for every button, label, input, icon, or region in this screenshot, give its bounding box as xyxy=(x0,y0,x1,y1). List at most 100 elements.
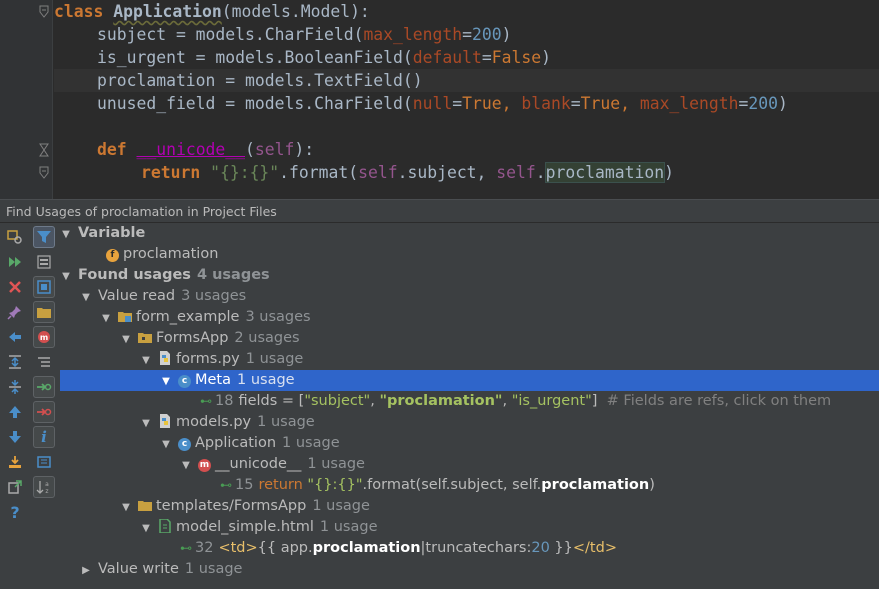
help-icon[interactable]: ? xyxy=(4,501,26,523)
expand-arrow-icon[interactable]: ▼ xyxy=(100,308,112,329)
usage-text: "is_urgent" xyxy=(511,393,592,409)
usage-count: 1 usage xyxy=(184,561,243,577)
tree-node-templates[interactable]: ▼ templates/FormsApp 1 usage xyxy=(60,496,879,517)
code-text: (models.Model): xyxy=(221,2,370,21)
preview-icon[interactable] xyxy=(33,451,55,473)
code-text: ): xyxy=(294,140,315,159)
expand-arrow-icon[interactable]: ▼ xyxy=(60,266,72,287)
keyword-class: class xyxy=(54,2,104,21)
export-icon[interactable] xyxy=(4,451,26,473)
previous-icon[interactable] xyxy=(4,401,26,423)
tree-node-value-write[interactable]: ▶ Value write 1 usage xyxy=(60,559,879,580)
rerun-icon[interactable] xyxy=(4,251,26,273)
class-icon: c xyxy=(178,375,191,388)
tree-node-variable[interactable]: ▼ Variable xyxy=(60,223,879,244)
tree-node-application[interactable]: ▼ c Application 1 usage xyxy=(60,433,879,454)
code-text: ( xyxy=(245,140,255,159)
code-text: , xyxy=(501,94,522,113)
code-line-7: def __unicode__(self): xyxy=(54,138,879,161)
collapse-all-icon[interactable] xyxy=(4,376,26,398)
usage-line-models[interactable]: ⊷ 15 return "{}:{}".format(self.subject, s… xyxy=(60,475,879,496)
group-by-module-icon[interactable] xyxy=(33,276,55,298)
tree-node-form-example[interactable]: ▼ form_example 3 usages xyxy=(60,307,879,328)
keyword-def: def xyxy=(97,140,127,159)
pin-icon[interactable] xyxy=(4,301,26,323)
fold-marker-icon[interactable] xyxy=(39,5,49,19)
fold-marker-icon[interactable] xyxy=(39,166,49,180)
svg-text:a: a xyxy=(45,481,49,488)
usage-text: "{}:{}" xyxy=(307,477,363,493)
code-text: = xyxy=(452,94,463,113)
code-text: unused_field = models.CharField( xyxy=(97,94,413,113)
kwarg: max_length xyxy=(363,25,463,44)
tree-node-meta[interactable]: ▼ c Meta 1 usage xyxy=(60,370,879,391)
package-folder-icon xyxy=(138,333,152,343)
expand-arrow-icon[interactable]: ▼ xyxy=(160,371,172,392)
expand-arrow-icon[interactable]: ▼ xyxy=(140,350,152,371)
tree-node-forms-py[interactable]: ▼ forms.py 1 usage xyxy=(60,349,879,370)
expand-arrow-icon[interactable]: ▶ xyxy=(80,560,92,581)
svg-text:m: m xyxy=(40,333,48,342)
expand-arrow-icon[interactable]: ▼ xyxy=(120,497,132,518)
code-text: ) xyxy=(501,25,512,44)
project-folder-icon xyxy=(118,312,132,322)
highlighted-usage: proclamation xyxy=(544,162,666,183)
node-label: __unicode__ xyxy=(215,456,302,472)
usage-match: "proclamation" xyxy=(379,393,503,409)
next-icon[interactable] xyxy=(4,426,26,448)
tree-node-model-simple[interactable]: ▼ model_simple.html 1 usage xyxy=(60,517,879,538)
tree-node-value-read[interactable]: ▼ Value read 3 usages xyxy=(60,286,879,307)
expand-arrow-icon[interactable]: ▼ xyxy=(160,434,172,455)
group-by-usage-type-icon[interactable] xyxy=(33,251,55,273)
code-area[interactable]: class Application(models.Model): subject… xyxy=(54,0,879,184)
sort-alphabetically-icon[interactable]: az xyxy=(33,476,55,498)
expand-arrow-icon[interactable]: ▼ xyxy=(80,287,92,308)
node-label: Found usages xyxy=(78,267,191,283)
filter-icon[interactable] xyxy=(33,226,55,248)
fold-marker-icon[interactable] xyxy=(39,143,49,157)
group-by-method-icon[interactable]: m xyxy=(33,326,55,348)
show-write-access-icon[interactable] xyxy=(33,401,55,423)
show-read-access-icon[interactable] xyxy=(33,376,55,398)
group-by-directory-icon[interactable] xyxy=(33,301,55,323)
tree-node-found-usages[interactable]: ▼ Found usages 4 usages xyxy=(60,265,879,286)
node-label: Meta xyxy=(195,372,232,388)
code-text: subject = models.CharField( xyxy=(97,25,364,44)
find-usages-panel: ? m i az ▼ Variable f proclamation ▼ Found … xyxy=(0,223,879,589)
tree-node-unicode[interactable]: ▼ m __unicode__ 1 usage xyxy=(60,454,879,475)
expand-arrow-icon[interactable]: ▼ xyxy=(140,413,152,434)
code-text: = xyxy=(738,94,749,113)
code-text: = xyxy=(570,94,581,113)
usage-text: <td> xyxy=(218,540,258,556)
close-icon[interactable] xyxy=(4,276,26,298)
tree-node-models-py[interactable]: ▼ models.py 1 usage xyxy=(60,412,879,433)
usages-tree[interactable]: ▼ Variable f proclamation ▼ Found usages 4 u… xyxy=(60,223,879,589)
expand-arrow-icon[interactable]: ▼ xyxy=(120,329,132,350)
usage-count: 1 usage xyxy=(319,519,378,535)
class-name: Application xyxy=(113,2,222,21)
code-line-4: proclamation = models.TextField() xyxy=(54,69,879,92)
flatten-icon[interactable] xyxy=(33,351,55,373)
kwarg: max_length xyxy=(639,94,739,113)
code-editor[interactable]: class Application(models.Model): subject… xyxy=(0,0,879,199)
previous-occurrence-icon[interactable] xyxy=(4,326,26,348)
constant: True xyxy=(580,94,621,113)
info-icon[interactable]: i xyxy=(33,426,55,448)
tree-node-proclamation[interactable]: f proclamation xyxy=(60,244,879,265)
expand-all-icon[interactable] xyxy=(4,351,26,373)
expand-arrow-icon[interactable]: ▼ xyxy=(140,518,152,539)
open-in-new-tab-icon[interactable] xyxy=(4,476,26,498)
self-ref: self xyxy=(496,163,536,182)
usage-line-forms[interactable]: ⊷ 18 fields = ["subject", "proclamation", … xyxy=(60,391,879,412)
expand-arrow-icon[interactable]: ▼ xyxy=(180,455,192,476)
line-number: 15 xyxy=(235,477,254,493)
number: 200 xyxy=(472,25,502,44)
rerun-settings-icon[interactable] xyxy=(4,226,26,248)
folder-icon xyxy=(138,501,152,511)
tree-node-formsapp[interactable]: ▼ FormsApp 2 usages xyxy=(60,328,879,349)
expand-arrow-icon[interactable]: ▼ xyxy=(60,224,72,245)
usage-count: 3 usages xyxy=(245,309,311,325)
usage-text: </td> xyxy=(572,540,617,556)
usage-line-template[interactable]: ⊷ 32 <td>{{ app.proclamation|truncatechars… xyxy=(60,538,879,559)
